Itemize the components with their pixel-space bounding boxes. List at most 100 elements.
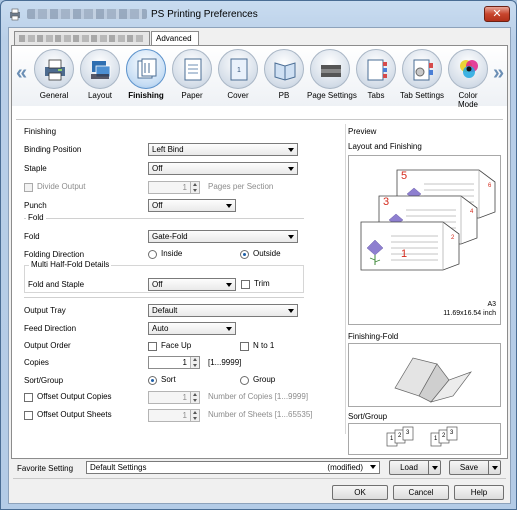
offset-output-sheets-checkbox[interactable]: [24, 411, 33, 420]
toolbar-item-page-settings[interactable]: Page Settings: [307, 49, 357, 100]
fold-label: Fold: [24, 232, 40, 241]
modified-indicator: (modified): [327, 463, 363, 472]
folding-direction-inside-label: Inside: [161, 249, 183, 258]
fold-and-staple-select[interactable]: Off: [148, 278, 236, 291]
fold-and-staple-label: Fold and Staple: [28, 280, 85, 289]
toolbar-item-finishing[interactable]: Finishing: [123, 49, 169, 100]
toolbar-item-tabs[interactable]: Tabs: [353, 49, 399, 100]
folding-direction-outside-radio[interactable]: [240, 250, 249, 259]
perfect-binding-icon: [274, 62, 296, 81]
window-title: PS Printing Preferences: [151, 9, 258, 20]
preview-page-number-1: 1: [401, 248, 408, 260]
staple-label: Staple: [24, 164, 47, 173]
folding-direction-inside-radio[interactable]: [148, 250, 157, 259]
toolbar-item-color-mode[interactable]: Color Mode: [445, 49, 491, 109]
toolbar-label-tab-settings: Tab Settings: [399, 91, 445, 100]
finishing-panel: « » General Layout Finishing Paper 1 Cov…: [11, 45, 508, 459]
pages-per-section-label: Pages per Section: [208, 182, 274, 191]
paper-dimensions-label: 11.69x16.54 inch: [443, 310, 496, 317]
toolbar-label-layout: Layout: [87, 91, 113, 100]
toolbar-item-general[interactable]: General: [31, 49, 77, 100]
dialog-client-area: Advanced « » General Layout Finishing Pa…: [8, 27, 511, 504]
fold-and-staple-value: Off: [152, 280, 163, 289]
close-button[interactable]: ✕: [484, 6, 510, 22]
finishing-fold-title: Finishing-Fold: [348, 332, 399, 341]
toolbar-label-cover: Cover: [227, 91, 249, 100]
n-to-1-checkbox[interactable]: [240, 342, 249, 351]
chevron-down-icon: [288, 148, 294, 152]
toolbar-next-arrow-icon[interactable]: »: [493, 62, 504, 85]
face-up-checkbox[interactable]: [148, 342, 157, 351]
page-settings-icon: [321, 65, 341, 77]
layout-finishing-title: Layout and Finishing: [348, 142, 422, 151]
toolbar-item-layout[interactable]: Layout: [77, 49, 123, 100]
staple-select[interactable]: Off: [148, 162, 298, 175]
sort-set2-page-1: 1: [434, 436, 438, 442]
binding-position-label: Binding Position: [24, 145, 82, 154]
face-up-label: Face Up: [161, 341, 192, 350]
ok-button[interactable]: OK: [332, 485, 388, 500]
preview-page-number-3: 3: [383, 196, 390, 208]
sort-group-preview: 1 2 3 1 2 3: [348, 423, 501, 455]
finishing-fold-preview: [348, 343, 501, 407]
offset-sheets-spinner[interactable]: 1: [148, 409, 200, 422]
favorite-setting-label: Favorite Setting: [17, 464, 74, 473]
toolbar-label-color-mode: Color Mode: [457, 91, 478, 109]
load-dropdown-icon[interactable]: [428, 461, 440, 474]
sort-set2-page-2: 2: [442, 433, 446, 439]
offset-sheets-range-label: Number of Sheets [1...65535]: [208, 410, 313, 419]
toolbar-item-tab-settings[interactable]: Tab Settings: [399, 49, 445, 100]
punch-value: Off: [152, 201, 163, 210]
divide-output-label: Divide Output: [37, 182, 86, 191]
help-button[interactable]: Help: [454, 485, 504, 500]
fold-select[interactable]: Gate-Fold: [148, 230, 298, 243]
paper-icon: [184, 58, 202, 81]
divide-output-checkbox[interactable]: [24, 183, 33, 192]
feed-direction-select[interactable]: Auto: [148, 322, 236, 335]
tab-settings-icon: [413, 59, 433, 81]
toolbar-label-finishing: Finishing: [128, 91, 164, 100]
copies-spinner[interactable]: 1: [148, 356, 200, 369]
cancel-button[interactable]: Cancel: [393, 485, 449, 500]
toolbar-label-tabs: Tabs: [367, 91, 385, 100]
pages-per-section-spinner[interactable]: 1: [148, 181, 200, 194]
save-button[interactable]: Save: [449, 460, 501, 475]
toolbar-item-pb[interactable]: PB: [261, 49, 307, 100]
group-radio[interactable]: [240, 376, 249, 385]
printer-app-icon: [10, 8, 20, 21]
favorite-setting-select[interactable]: Default Settings (modified): [86, 461, 380, 474]
title-bar: PS Printing Preferences ✕: [1, 1, 516, 27]
offset-copies-spinner[interactable]: 1: [148, 391, 200, 404]
output-tray-value: Default: [152, 306, 178, 315]
sort-group-label: Sort/Group: [24, 376, 64, 385]
binding-position-select[interactable]: Left Bind: [148, 143, 298, 156]
preview-page-number-5: 5: [401, 170, 408, 182]
chevron-down-icon: [226, 283, 232, 287]
chevron-down-icon: [288, 167, 294, 171]
finishing-separator: [24, 297, 304, 298]
toolbar-item-cover[interactable]: 1 Cover: [215, 49, 261, 100]
layout-icon: [91, 61, 111, 79]
finishing-icon: [137, 58, 157, 79]
preview-side-number-4: 4: [470, 209, 474, 215]
punch-select[interactable]: Off: [148, 199, 236, 212]
load-button[interactable]: Load: [389, 460, 441, 475]
printing-preferences-window: PS Printing Preferences ✕ Advanced « » G…: [0, 0, 517, 510]
offset-copies-range-label: Number of Copies [1...9999]: [208, 392, 309, 401]
fold-shape-illustration: [394, 357, 472, 403]
cover-icon: 1: [230, 58, 248, 81]
spinner-arrows-icon: [190, 182, 199, 193]
output-order-label: Output Order: [24, 341, 71, 350]
toolbar-label-general: General: [39, 91, 69, 100]
toolbar-prev-arrow-icon[interactable]: «: [16, 62, 27, 85]
toolbar-item-paper[interactable]: Paper: [169, 49, 215, 100]
sort-radio[interactable]: [148, 376, 157, 385]
copies-value: 1: [182, 358, 187, 367]
offset-output-sheets-label: Offset Output Sheets: [37, 410, 112, 419]
output-tray-select[interactable]: Default: [148, 304, 298, 317]
fold-group-title: Fold: [26, 213, 46, 222]
save-dropdown-icon[interactable]: [488, 461, 500, 474]
tab-printer-name[interactable]: [14, 31, 150, 46]
offset-output-copies-checkbox[interactable]: [24, 393, 33, 402]
trim-checkbox[interactable]: [241, 280, 250, 289]
